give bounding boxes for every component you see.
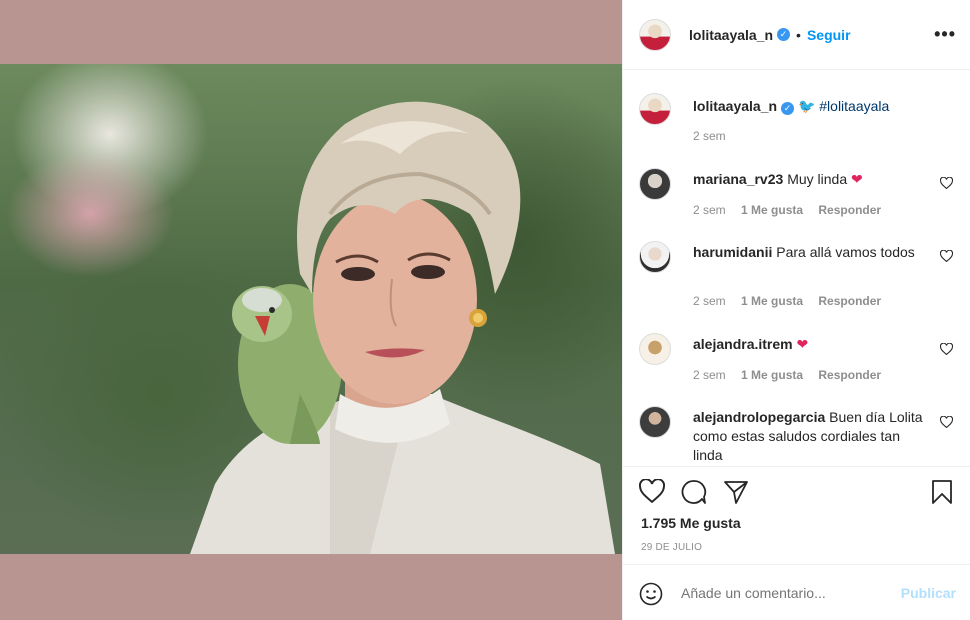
add-comment-bar: Publicar xyxy=(623,564,970,620)
comment-item: harumidanii Para allá vamos todos 2 sem … xyxy=(639,241,959,311)
caption: lolitaayala_n ✓ 🐦 #lolitaayala 2 sem xyxy=(639,93,959,153)
comment-username[interactable]: harumidanii xyxy=(693,244,772,260)
red-heart-emoji: ❤ xyxy=(796,336,809,352)
comment-time[interactable]: 2 sem xyxy=(693,294,726,308)
red-heart-emoji: ❤ xyxy=(851,171,863,187)
commenter-avatar[interactable] xyxy=(639,333,671,365)
post-photo[interactable] xyxy=(0,64,622,554)
post-media-frame xyxy=(0,0,622,620)
comment-item: alejandra.itrem ❤ 2 sem 1 Me gusta Respo… xyxy=(639,333,959,393)
bird-emoji: 🐦 xyxy=(797,98,816,114)
commenter-avatar[interactable] xyxy=(639,168,671,200)
comment-item: alejandrolopegarcia Buen día Lolita como… xyxy=(639,406,959,465)
emoji-smile-icon[interactable] xyxy=(639,582,663,606)
post-details-panel: lolitaayala_n ✓ • Seguir ••• lolitaayala… xyxy=(622,0,970,620)
verified-badge-icon: ✓ xyxy=(781,102,795,115)
like-comment-heart-icon[interactable] xyxy=(940,177,953,189)
comment-text: Para allá vamos todos xyxy=(776,244,915,260)
reply-button[interactable]: Responder xyxy=(818,203,881,217)
caption-username[interactable]: lolitaayala_n xyxy=(693,98,777,114)
post-header: lolitaayala_n ✓ • Seguir ••• xyxy=(623,0,970,70)
comment-likes[interactable]: 1 Me gusta xyxy=(741,294,803,308)
post-actions: 1.795 Me gusta 29 DE JULIO xyxy=(623,466,970,562)
verified-badge-icon: ✓ xyxy=(777,28,791,41)
publish-button[interactable]: Publicar xyxy=(901,585,956,601)
separator-dot: • xyxy=(796,26,801,43)
likes-count[interactable]: 1.795 Me gusta xyxy=(641,515,741,531)
like-comment-heart-icon[interactable] xyxy=(940,343,953,355)
follow-button[interactable]: Seguir xyxy=(807,27,851,43)
commenter-avatar[interactable] xyxy=(639,241,671,273)
comment-username[interactable]: alejandrolopegarcia xyxy=(693,409,825,425)
comment-likes[interactable]: 1 Me gusta xyxy=(741,368,803,382)
comment-item: mariana_rv23 Muy linda ❤ 2 sem 1 Me gust… xyxy=(639,168,959,228)
comment-bubble-icon[interactable] xyxy=(681,479,707,505)
more-options-icon[interactable]: ••• xyxy=(934,24,956,45)
portrait-illustration xyxy=(190,101,615,554)
save-bookmark-icon[interactable] xyxy=(931,479,953,505)
comment-input[interactable] xyxy=(681,585,881,601)
author-avatar[interactable] xyxy=(639,18,671,51)
caption-time[interactable]: 2 sem xyxy=(693,129,726,143)
comment-text: Muy linda xyxy=(787,171,848,187)
reply-button[interactable]: Responder xyxy=(818,368,881,382)
like-comment-heart-icon[interactable] xyxy=(940,416,953,428)
reply-button[interactable]: Responder xyxy=(818,294,881,308)
comment-likes[interactable]: 1 Me gusta xyxy=(741,203,803,217)
comment-time[interactable]: 2 sem xyxy=(693,368,726,382)
like-heart-icon[interactable] xyxy=(639,479,665,503)
comment-time[interactable]: 2 sem xyxy=(693,203,726,217)
share-send-icon[interactable] xyxy=(723,479,749,505)
comment-username[interactable]: alejandra.itrem xyxy=(693,336,793,352)
comment-username[interactable]: mariana_rv23 xyxy=(693,171,783,187)
author-avatar[interactable] xyxy=(639,93,671,125)
caption-hashtag[interactable]: #lolitaayala xyxy=(819,98,889,114)
commenter-avatar[interactable] xyxy=(639,406,671,438)
like-comment-heart-icon[interactable] xyxy=(940,250,953,262)
post-date[interactable]: 29 DE JULIO xyxy=(641,542,702,553)
author-username[interactable]: lolitaayala_n xyxy=(689,27,773,43)
comments-list[interactable]: lolitaayala_n ✓ 🐦 #lolitaayala 2 sem mari… xyxy=(623,71,970,465)
